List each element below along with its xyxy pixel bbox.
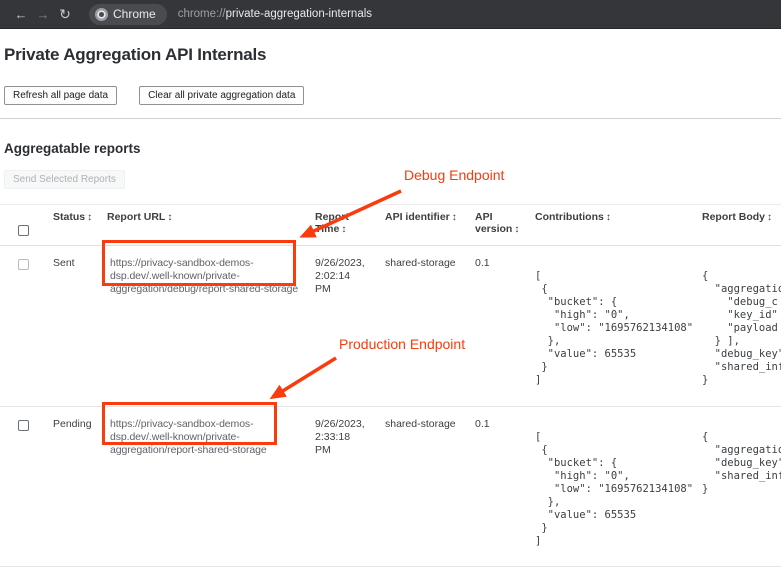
report-time-cell: 9/26/2023, 2:33:18 PM bbox=[315, 407, 385, 566]
url-path: private-aggregation-internals bbox=[226, 8, 372, 20]
chrome-logo-icon bbox=[95, 8, 108, 21]
status-cell: Sent bbox=[53, 246, 107, 406]
back-icon[interactable]: ← bbox=[10, 7, 32, 22]
sort-icon: ↕ bbox=[606, 212, 611, 223]
reports-table: Status↕ Report URL↕ Report Time↕ API ide… bbox=[0, 204, 781, 567]
sort-icon: ↕ bbox=[452, 212, 457, 223]
report-url-cell: https://privacy-sandbox-demos- dsp.dev/.… bbox=[107, 246, 315, 406]
section-divider bbox=[0, 118, 781, 119]
contributions-cell: [ { "bucket": { "high": "0", "low": "169… bbox=[535, 246, 702, 406]
status-cell: Pending bbox=[53, 407, 107, 566]
reload-icon[interactable]: ↻ bbox=[54, 6, 76, 23]
header-api-version[interactable]: API version↕ bbox=[475, 205, 535, 245]
contributions-json: [ { "bucket": { "high": "0", "low": "169… bbox=[535, 431, 702, 548]
report-body-json: { "aggregatio "debug_key" "shared_inf } bbox=[702, 431, 781, 496]
page-title: Private Aggregation API Internals bbox=[4, 45, 781, 65]
sort-icon: ↕ bbox=[341, 224, 346, 235]
row-checkbox[interactable] bbox=[18, 259, 29, 270]
url-scheme: chrome:// bbox=[178, 8, 226, 20]
page-actions: Refresh all page data Clear all private … bbox=[4, 86, 781, 105]
sort-icon: ↕ bbox=[167, 212, 172, 223]
sort-icon: ↕ bbox=[514, 224, 519, 235]
report-url-cell: https://privacy-sandbox-demos- dsp.dev/.… bbox=[107, 407, 315, 566]
clear-data-button[interactable]: Clear all private aggregation data bbox=[139, 86, 304, 105]
send-selected-reports-button[interactable]: Send Selected Reports bbox=[4, 170, 125, 189]
header-api-identifier[interactable]: API identifier↕ bbox=[385, 205, 475, 245]
browser-toolbar: ← → ↻ Chrome chrome://private-aggregatio… bbox=[0, 0, 781, 29]
forward-icon[interactable]: → bbox=[32, 7, 54, 22]
page-content: Private Aggregation API Internals Refres… bbox=[0, 45, 781, 567]
tab-title: Chrome bbox=[113, 7, 156, 21]
table-row: Sent https://privacy-sandbox-demos- dsp.… bbox=[0, 246, 781, 407]
row-checkbox[interactable] bbox=[18, 420, 29, 431]
api-identifier-cell: shared-storage bbox=[385, 246, 475, 406]
api-version-cell: 0.1 bbox=[475, 246, 535, 406]
address-bar[interactable]: chrome://private-aggregation-internals bbox=[178, 8, 372, 20]
api-identifier-cell: shared-storage bbox=[385, 407, 475, 566]
report-body-json: { "aggregatio "debug_c "key_id" "payload… bbox=[702, 270, 781, 387]
table-row: Pending https://privacy-sandbox-demos- d… bbox=[0, 407, 781, 567]
report-body-cell: { "aggregatio "debug_c "key_id" "payload… bbox=[702, 246, 781, 406]
api-version-cell: 0.1 bbox=[475, 407, 535, 566]
report-time-cell: 9/26/2023, 2:02:14 PM bbox=[315, 246, 385, 406]
sort-icon: ↕ bbox=[87, 212, 92, 223]
select-all-cell bbox=[0, 205, 53, 245]
header-report-time[interactable]: Report Time↕ bbox=[315, 205, 385, 245]
active-tab[interactable]: Chrome bbox=[89, 4, 167, 25]
aggregatable-reports-heading: Aggregatable reports bbox=[4, 141, 781, 156]
refresh-all-button[interactable]: Refresh all page data bbox=[4, 86, 117, 105]
table-header-row: Status↕ Report URL↕ Report Time↕ API ide… bbox=[0, 204, 781, 246]
select-all-checkbox[interactable] bbox=[18, 225, 29, 236]
report-body-cell: { "aggregatio "debug_key" "shared_inf } bbox=[702, 407, 781, 566]
contributions-cell: [ { "bucket": { "high": "0", "low": "169… bbox=[535, 407, 702, 566]
header-report-body[interactable]: Report Body↕ bbox=[702, 205, 781, 245]
header-status[interactable]: Status↕ bbox=[53, 205, 107, 245]
sort-icon: ↕ bbox=[767, 212, 772, 223]
header-contributions[interactable]: Contributions↕ bbox=[535, 205, 702, 245]
contributions-json: [ { "bucket": { "high": "0", "low": "169… bbox=[535, 270, 702, 387]
header-report-url[interactable]: Report URL↕ bbox=[107, 205, 315, 245]
